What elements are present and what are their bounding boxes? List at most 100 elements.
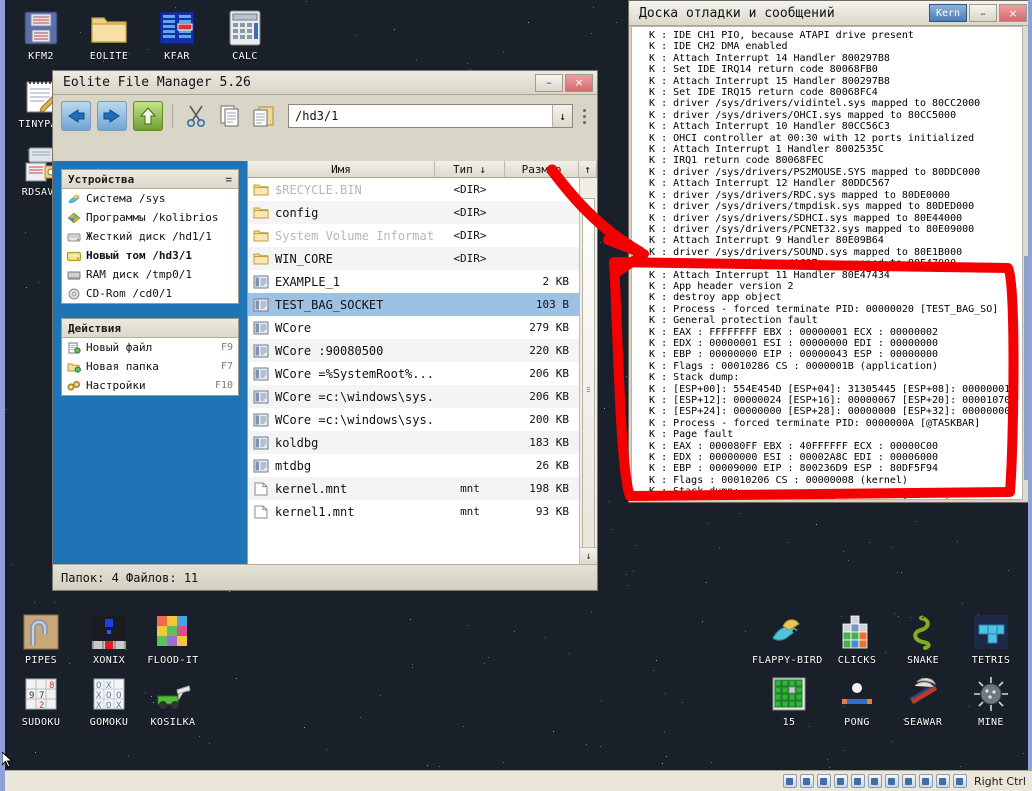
- usb-icon[interactable]: [851, 774, 865, 788]
- display-icon[interactable]: [783, 774, 797, 788]
- exe-icon: [253, 436, 269, 450]
- desktop-icon-pipes[interactable]: PIPES: [8, 612, 74, 666]
- devices-icon[interactable]: [834, 774, 848, 788]
- table-row[interactable]: WCore =c:\windows\sys...206 KB: [248, 385, 579, 408]
- column-header-size[interactable]: Размер: [505, 161, 579, 177]
- table-row[interactable]: WIN_CORE<DIR>: [248, 247, 579, 270]
- device-row[interactable]: Новый том /hd3/1: [62, 246, 238, 265]
- desktop-icon-label: CALC: [212, 51, 278, 62]
- file-size: 2 KB: [505, 275, 579, 288]
- path-dropdown-button[interactable]: ↓: [552, 105, 572, 127]
- scrollbar-thumb[interactable]: [582, 198, 595, 573]
- screen-icon[interactable]: [885, 774, 899, 788]
- debug-close-button[interactable]: ×: [999, 4, 1027, 22]
- paste-icon[interactable]: [250, 101, 278, 131]
- desktop-icon-calc[interactable]: CALC: [212, 8, 278, 62]
- desktop-icon-clicks[interactable]: CLICKS: [824, 612, 890, 666]
- svg-text:X: X: [106, 681, 112, 691]
- copy-icon[interactable]: [216, 101, 244, 131]
- kern-button[interactable]: Kern: [929, 4, 967, 22]
- cut-icon[interactable]: [182, 101, 210, 131]
- device-label: CD-Rom /cd0/1: [86, 287, 172, 300]
- desktop-icon-pong[interactable]: PONG: [824, 674, 890, 728]
- menu-dots-icon[interactable]: [579, 109, 589, 124]
- folder-icon[interactable]: [868, 774, 882, 788]
- forward-button[interactable]: [97, 101, 127, 131]
- column-header-type[interactable]: Тип ↓: [435, 161, 505, 177]
- device-row[interactable]: Жесткий диск /hd1/1: [62, 227, 238, 246]
- debug-board-window[interactable]: Доска отладки и сообщений Kern – × K : I…: [628, 0, 1032, 503]
- svg-text:O: O: [106, 701, 111, 711]
- desktop-icon-mine[interactable]: MINE: [958, 674, 1024, 728]
- eolite-minimize-button[interactable]: –: [535, 74, 563, 92]
- back-button[interactable]: [61, 101, 91, 131]
- file-list[interactable]: Имя Тип ↓ Размер ↑ $RECYCLE.BIN<DIR>conf…: [247, 161, 597, 564]
- desktop-icon-kfm2[interactable]: KFM2: [8, 8, 74, 62]
- up-button[interactable]: [133, 101, 163, 131]
- table-row[interactable]: WCore :90080500220 KB: [248, 339, 579, 362]
- taskbar-tray: [783, 774, 967, 788]
- folder-icon: [89, 8, 129, 48]
- table-row[interactable]: mtdbg26 KB: [248, 454, 579, 477]
- desktop-icon-snake[interactable]: SNAKE: [890, 612, 956, 666]
- desktop-icon-flappy-bird[interactable]: FLAPPY-BIRD: [752, 612, 818, 666]
- device-row[interactable]: RAM диск /tmp0/1: [62, 265, 238, 284]
- desktop-icon-tetris[interactable]: TETRIS: [958, 612, 1024, 666]
- desktop-icon-seawar[interactable]: SEAWAR: [890, 674, 956, 728]
- eolite-close-button[interactable]: ×: [565, 74, 593, 92]
- desktop-icon-flood-it[interactable]: FLOOD-IT: [140, 612, 206, 666]
- table-row[interactable]: TEST_BAG_SOCKET103 B: [248, 293, 579, 316]
- pause-icon[interactable]: [919, 774, 933, 788]
- path-input[interactable]: /hd3/1 ↓: [288, 104, 573, 128]
- eolite-titlebar[interactable]: Eolite File Manager 5.26 – ×: [53, 71, 597, 95]
- power-icon[interactable]: [936, 774, 950, 788]
- desktop-icon-15[interactable]: 15: [756, 674, 822, 728]
- file-list-scrollbar[interactable]: ↓: [579, 178, 597, 564]
- table-row[interactable]: kernel.mntmnt198 KB: [248, 477, 579, 500]
- exe-icon: [253, 275, 269, 289]
- arrow-down-icon[interactable]: [953, 774, 967, 788]
- table-row[interactable]: kernel1.mntmnt93 KB: [248, 500, 579, 523]
- network-icon[interactable]: [817, 774, 831, 788]
- file-name: WCore :90080500: [275, 344, 383, 358]
- eolite-body: /hd3/1 ↓ Устройства = Система /sysПрогра…: [53, 95, 597, 590]
- column-header-scroll-up[interactable]: ↑: [579, 161, 597, 177]
- debug-minimize-button[interactable]: –: [969, 4, 997, 22]
- table-row[interactable]: WCore =%SystemRoot%...206 KB: [248, 362, 579, 385]
- eolite-file-manager-window[interactable]: Eolite File Manager 5.26 – ×: [52, 70, 598, 591]
- mine-icon: [971, 674, 1011, 714]
- cd-icon[interactable]: [800, 774, 814, 788]
- table-row[interactable]: WCore279 KB: [248, 316, 579, 339]
- action-row[interactable]: Новый файлF9: [62, 338, 238, 357]
- device-row[interactable]: Программы /kolibrios: [62, 208, 238, 227]
- column-header-name[interactable]: Имя: [248, 161, 435, 177]
- svg-text:7: 7: [39, 691, 44, 701]
- ram-icon: [67, 269, 81, 281]
- desktop-icon-xonix[interactable]: XONIX: [76, 612, 142, 666]
- desktop-icon-sudoku[interactable]: 8972SUDOKU: [8, 674, 74, 728]
- desktop-icon-kosilka[interactable]: KOSILKA: [140, 674, 206, 728]
- desktop-icon-gomoku[interactable]: OXXOOXOXGOMOKU: [76, 674, 142, 728]
- table-row[interactable]: $RECYCLE.BIN<DIR>: [248, 178, 579, 201]
- action-row[interactable]: НастройкиF10: [62, 376, 238, 395]
- table-row[interactable]: WCore =c:\windows\sys...200 KB: [248, 408, 579, 431]
- file-name: WIN_CORE: [275, 252, 333, 266]
- debug-titlebar[interactable]: Доска отладки и сообщений Kern – ×: [629, 1, 1031, 26]
- desktop-icon-kfar[interactable]: KFAR: [144, 8, 210, 62]
- table-row[interactable]: config<DIR>: [248, 201, 579, 224]
- device-row[interactable]: CD-Rom /cd0/1: [62, 284, 238, 303]
- system-taskbar[interactable]: Right Ctrl: [0, 770, 1032, 791]
- desktop-icon-eolite[interactable]: EOLITE: [76, 8, 142, 62]
- devices-collapse-icon[interactable]: =: [225, 173, 232, 186]
- exe-icon: [253, 367, 269, 381]
- table-row[interactable]: System Volume Informat...<DIR>: [248, 224, 579, 247]
- device-row[interactable]: Система /sys: [62, 189, 238, 208]
- transfer-icon[interactable]: [902, 774, 916, 788]
- table-row[interactable]: koldbg183 KB: [248, 431, 579, 454]
- scrollbar-down-button[interactable]: ↓: [580, 547, 597, 564]
- file-name: WCore =c:\windows\sys...: [275, 390, 435, 404]
- action-row[interactable]: Новая папкаF7: [62, 357, 238, 376]
- desktop-icon-label: SEAWAR: [890, 717, 956, 728]
- table-row[interactable]: EXAMPLE_12 KB: [248, 270, 579, 293]
- devices-panel-title: Устройства: [68, 173, 134, 186]
